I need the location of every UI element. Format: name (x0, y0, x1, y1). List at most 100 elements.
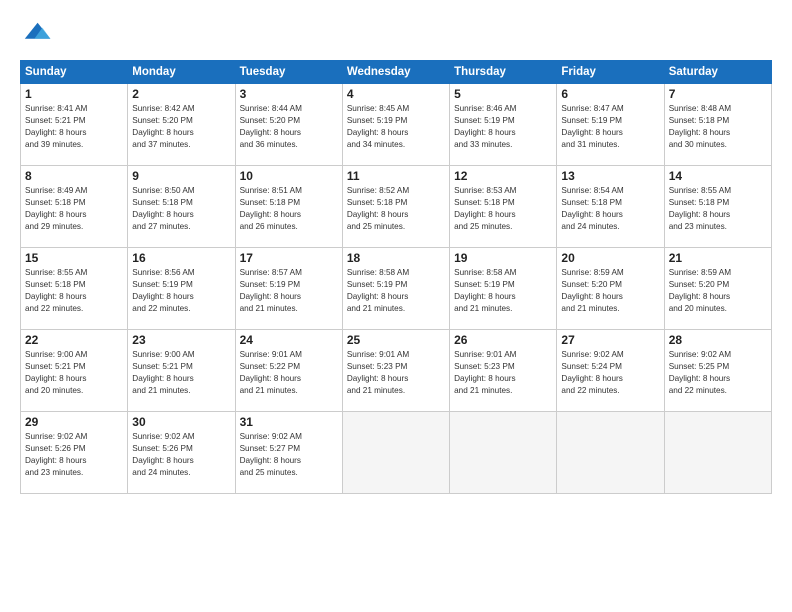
calendar-week-1: 1Sunrise: 8:41 AMSunset: 5:21 PMDaylight… (21, 84, 772, 166)
cell-info: Sunrise: 8:54 AMSunset: 5:18 PMDaylight:… (561, 185, 659, 233)
calendar-cell: 2Sunrise: 8:42 AMSunset: 5:20 PMDaylight… (128, 84, 235, 166)
cell-info: Sunrise: 9:02 AMSunset: 5:24 PMDaylight:… (561, 349, 659, 397)
calendar-cell: 14 Sunrise: 8:55 AMSunset: 5:18 PMDayligh… (664, 166, 771, 248)
cell-info: Sunrise: 9:02 AMSunset: 5:25 PMDaylight:… (669, 349, 767, 397)
day-number: 20 (561, 251, 659, 265)
day-number: 22 (25, 333, 123, 347)
day-number: 18 (347, 251, 445, 265)
calendar-cell: 12Sunrise: 8:53 AMSunset: 5:18 PMDayligh… (450, 166, 557, 248)
cell-info: Sunrise: 8:58 AMSunset: 5:19 PMDaylight:… (454, 267, 552, 315)
cell-info: Sunrise: 8:56 AMSunset: 5:19 PMDaylight:… (132, 267, 230, 315)
calendar-cell: 3Sunrise: 8:44 AMSunset: 5:20 PMDaylight… (235, 84, 342, 166)
day-number: 30 (132, 415, 230, 429)
calendar-cell: 27 Sunrise: 9:02 AMSunset: 5:24 PMDayligh… (557, 330, 664, 412)
day-number: 1 (25, 87, 123, 101)
cell-info: Sunrise: 8:55 AMSunset: 5:18 PMDaylight:… (25, 267, 123, 315)
day-number: 11 (347, 169, 445, 183)
page: SundayMondayTuesdayWednesdayThursdayFrid… (0, 0, 792, 612)
cell-info: Sunrise: 8:52 AMSunset: 5:18 PMDaylight:… (347, 185, 445, 233)
day-number: 13 (561, 169, 659, 183)
calendar-table: SundayMondayTuesdayWednesdayThursdayFrid… (20, 60, 772, 494)
calendar-cell (664, 412, 771, 494)
day-number: 10 (240, 169, 338, 183)
cell-info: Sunrise: 9:01 AMSunset: 5:23 PMDaylight:… (347, 349, 445, 397)
calendar-cell: 13 Sunrise: 8:54 AMSunset: 5:18 PMDayligh… (557, 166, 664, 248)
day-header-friday: Friday (557, 61, 664, 84)
day-number: 8 (25, 169, 123, 183)
calendar-cell: 9Sunrise: 8:50 AMSunset: 5:18 PMDaylight… (128, 166, 235, 248)
day-number: 4 (347, 87, 445, 101)
calendar-cell: 6 Sunrise: 8:47 AMSunset: 5:19 PMDaylight… (557, 84, 664, 166)
calendar-cell: 7 Sunrise: 8:48 AMSunset: 5:18 PMDaylight… (664, 84, 771, 166)
day-header-tuesday: Tuesday (235, 61, 342, 84)
calendar-cell: 1Sunrise: 8:41 AMSunset: 5:21 PMDaylight… (21, 84, 128, 166)
calendar-cell: 22 Sunrise: 9:00 AMSunset: 5:21 PMDayligh… (21, 330, 128, 412)
day-number: 21 (669, 251, 767, 265)
logo (20, 18, 58, 50)
calendar-cell: 25 Sunrise: 9:01 AMSunset: 5:23 PMDayligh… (342, 330, 449, 412)
day-header-wednesday: Wednesday (342, 61, 449, 84)
cell-info: Sunrise: 8:48 AMSunset: 5:18 PMDaylight:… (669, 103, 767, 151)
cell-info: Sunrise: 9:02 AMSunset: 5:27 PMDaylight:… (240, 431, 338, 479)
day-number: 16 (132, 251, 230, 265)
calendar-cell: 29Sunrise: 9:02 AMSunset: 5:26 PMDayligh… (21, 412, 128, 494)
calendar-cell (342, 412, 449, 494)
calendar-cell: 30Sunrise: 9:02 AMSunset: 5:26 PMDayligh… (128, 412, 235, 494)
day-number: 15 (25, 251, 123, 265)
cell-info: Sunrise: 8:45 AMSunset: 5:19 PMDaylight:… (347, 103, 445, 151)
calendar-cell: 21 Sunrise: 8:59 AMSunset: 5:20 PMDayligh… (664, 248, 771, 330)
cell-info: Sunrise: 8:59 AMSunset: 5:20 PMDaylight:… (561, 267, 659, 315)
day-number: 29 (25, 415, 123, 429)
day-number: 24 (240, 333, 338, 347)
cell-info: Sunrise: 8:59 AMSunset: 5:20 PMDaylight:… (669, 267, 767, 315)
calendar-cell: 4 Sunrise: 8:45 AMSunset: 5:19 PMDaylight… (342, 84, 449, 166)
day-number: 17 (240, 251, 338, 265)
cell-info: Sunrise: 8:57 AMSunset: 5:19 PMDaylight:… (240, 267, 338, 315)
day-number: 7 (669, 87, 767, 101)
calendar-cell: 8 Sunrise: 8:49 AMSunset: 5:18 PMDaylight… (21, 166, 128, 248)
day-number: 19 (454, 251, 552, 265)
calendar-cell: 26Sunrise: 9:01 AMSunset: 5:23 PMDayligh… (450, 330, 557, 412)
calendar-cell: 16 Sunrise: 8:56 AMSunset: 5:19 PMDayligh… (128, 248, 235, 330)
day-number: 6 (561, 87, 659, 101)
calendar-cell: 17 Sunrise: 8:57 AMSunset: 5:19 PMDayligh… (235, 248, 342, 330)
calendar-cell (450, 412, 557, 494)
calendar-week-3: 15 Sunrise: 8:55 AMSunset: 5:18 PMDayligh… (21, 248, 772, 330)
cell-info: Sunrise: 9:00 AMSunset: 5:21 PMDaylight:… (132, 349, 230, 397)
day-header-thursday: Thursday (450, 61, 557, 84)
day-number: 27 (561, 333, 659, 347)
day-number: 12 (454, 169, 552, 183)
day-number: 3 (240, 87, 338, 101)
calendar-cell: 11 Sunrise: 8:52 AMSunset: 5:18 PMDayligh… (342, 166, 449, 248)
cell-info: Sunrise: 8:58 AMSunset: 5:19 PMDaylight:… (347, 267, 445, 315)
logo-icon (20, 18, 52, 50)
calendar-cell: 18 Sunrise: 8:58 AMSunset: 5:19 PMDayligh… (342, 248, 449, 330)
day-number: 14 (669, 169, 767, 183)
day-number: 9 (132, 169, 230, 183)
calendar-cell: 20 Sunrise: 8:59 AMSunset: 5:20 PMDayligh… (557, 248, 664, 330)
day-number: 28 (669, 333, 767, 347)
calendar-header-row: SundayMondayTuesdayWednesdayThursdayFrid… (21, 61, 772, 84)
day-header-saturday: Saturday (664, 61, 771, 84)
day-header-sunday: Sunday (21, 61, 128, 84)
calendar-cell: 19 Sunrise: 8:58 AMSunset: 5:19 PMDayligh… (450, 248, 557, 330)
calendar-cell: 24 Sunrise: 9:01 AMSunset: 5:22 PMDayligh… (235, 330, 342, 412)
calendar-cell: 28 Sunrise: 9:02 AMSunset: 5:25 PMDayligh… (664, 330, 771, 412)
cell-info: Sunrise: 9:00 AMSunset: 5:21 PMDaylight:… (25, 349, 123, 397)
cell-info: Sunrise: 9:01 AMSunset: 5:22 PMDaylight:… (240, 349, 338, 397)
header (20, 18, 772, 50)
calendar-cell (557, 412, 664, 494)
cell-info: Sunrise: 8:55 AMSunset: 5:18 PMDaylight:… (669, 185, 767, 233)
calendar-cell: 23 Sunrise: 9:00 AMSunset: 5:21 PMDayligh… (128, 330, 235, 412)
day-number: 31 (240, 415, 338, 429)
cell-info: Sunrise: 8:46 AMSunset: 5:19 PMDaylight:… (454, 103, 552, 151)
day-number: 23 (132, 333, 230, 347)
cell-info: Sunrise: 8:49 AMSunset: 5:18 PMDaylight:… (25, 185, 123, 233)
cell-info: Sunrise: 8:51 AMSunset: 5:18 PMDaylight:… (240, 185, 338, 233)
day-number: 25 (347, 333, 445, 347)
day-number: 5 (454, 87, 552, 101)
calendar-cell: 31 Sunrise: 9:02 AMSunset: 5:27 PMDayligh… (235, 412, 342, 494)
cell-info: Sunrise: 8:47 AMSunset: 5:19 PMDaylight:… (561, 103, 659, 151)
cell-info: Sunrise: 8:42 AMSunset: 5:20 PMDaylight:… (132, 103, 230, 151)
calendar-cell: 15 Sunrise: 8:55 AMSunset: 5:18 PMDayligh… (21, 248, 128, 330)
